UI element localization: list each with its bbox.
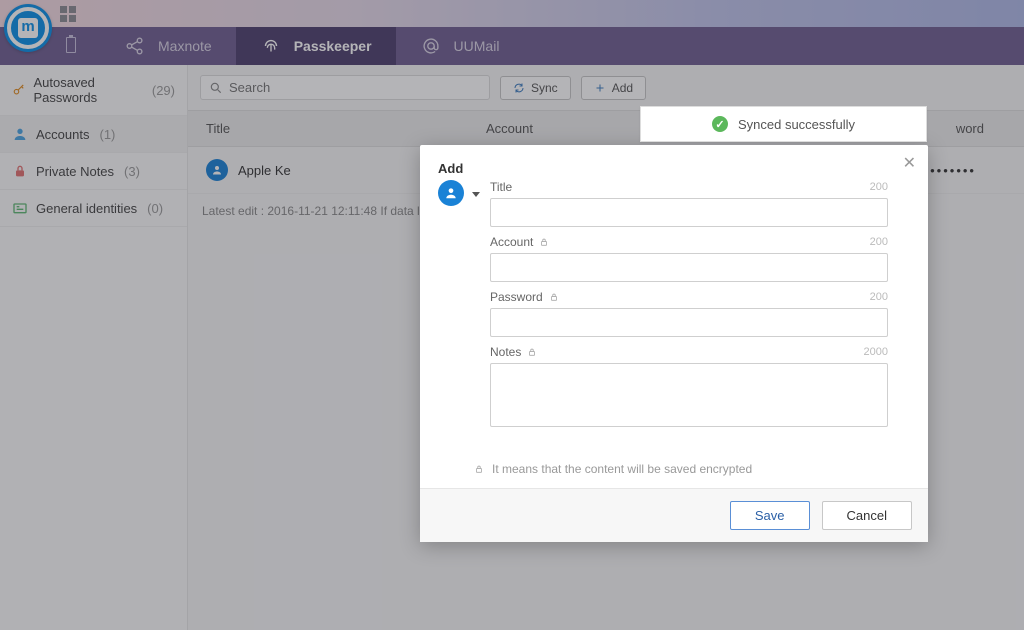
lock-icon xyxy=(474,463,484,475)
lock-icon xyxy=(527,346,537,358)
password-input[interactable] xyxy=(490,308,888,337)
account-label: Account xyxy=(490,235,533,249)
password-label: Password xyxy=(490,290,543,304)
encryption-hint: It means that the content will be saved … xyxy=(420,456,928,488)
modal-close-button[interactable]: ✕ xyxy=(903,153,916,173)
avatar-dropdown-caret[interactable] xyxy=(472,192,480,197)
title-input[interactable] xyxy=(490,198,888,227)
title-label: Title xyxy=(490,180,512,194)
account-max: 200 xyxy=(870,236,888,248)
hint-text: It means that the content will be saved … xyxy=(492,462,752,476)
sync-toast: ✓ Synced successfully xyxy=(640,106,927,142)
notes-label: Notes xyxy=(490,345,521,359)
add-modal: Add ✕ Title 200 Account 200 Password 200 xyxy=(420,145,928,542)
lock-icon xyxy=(539,236,549,248)
save-button[interactable]: Save xyxy=(730,501,810,530)
account-input[interactable] xyxy=(490,253,888,282)
lock-icon xyxy=(549,291,559,303)
toast-message: Synced successfully xyxy=(738,117,855,132)
password-max: 200 xyxy=(870,291,888,303)
modal-title: Add xyxy=(438,161,463,176)
cancel-button[interactable]: Cancel xyxy=(822,501,912,530)
notes-max: 2000 xyxy=(864,346,888,358)
entry-avatar-icon[interactable] xyxy=(438,180,464,206)
check-icon: ✓ xyxy=(712,116,728,132)
notes-input[interactable] xyxy=(490,363,888,427)
title-max: 200 xyxy=(870,181,888,193)
